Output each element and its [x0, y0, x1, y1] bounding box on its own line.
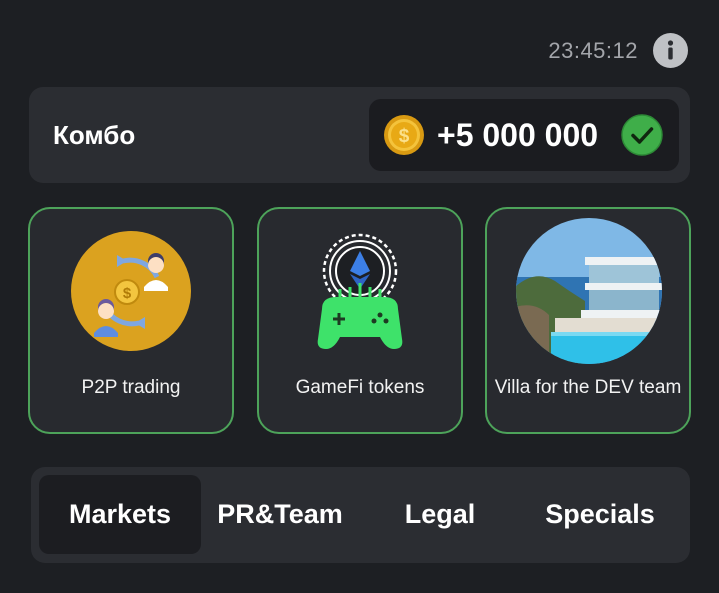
check-circle-icon — [621, 114, 663, 156]
coin-icon: $ — [384, 115, 424, 155]
card-villa-dev-team[interactable]: Villa for the DEV team — [485, 207, 691, 434]
villa-art — [516, 218, 662, 364]
card-gamefi-tokens[interactable]: GameFi tokens — [257, 207, 463, 434]
card-label: GameFi tokens — [295, 377, 425, 398]
tab-specials[interactable]: Specials — [521, 475, 679, 554]
gamepad-ethereum-art — [317, 233, 403, 349]
category-tabs: Markets PR&Team Legal Specials — [31, 467, 690, 563]
tab-markets[interactable]: Markets — [39, 475, 201, 554]
card-label: P2P trading — [81, 377, 181, 398]
reward-amount: +5 000 000 — [437, 117, 599, 153]
p2p-trading-art: $ — [71, 231, 191, 351]
combo-title: Комбо — [53, 120, 136, 150]
tab-pr-team[interactable]: PR&Team — [201, 475, 359, 554]
card-p2p-trading[interactable]: $ P2P trading — [28, 207, 234, 434]
combo-reward: $ +5 000 000 — [369, 99, 679, 171]
timer: 23:45:12 — [548, 38, 638, 63]
svg-text:$: $ — [123, 285, 132, 302]
combo-bar: Комбо $ +5 000 000 — [29, 87, 690, 183]
svg-text:$: $ — [399, 126, 410, 147]
tab-legal[interactable]: Legal — [361, 475, 519, 554]
card-label: Villa for the DEV team — [494, 377, 682, 398]
info-icon[interactable] — [653, 33, 688, 68]
